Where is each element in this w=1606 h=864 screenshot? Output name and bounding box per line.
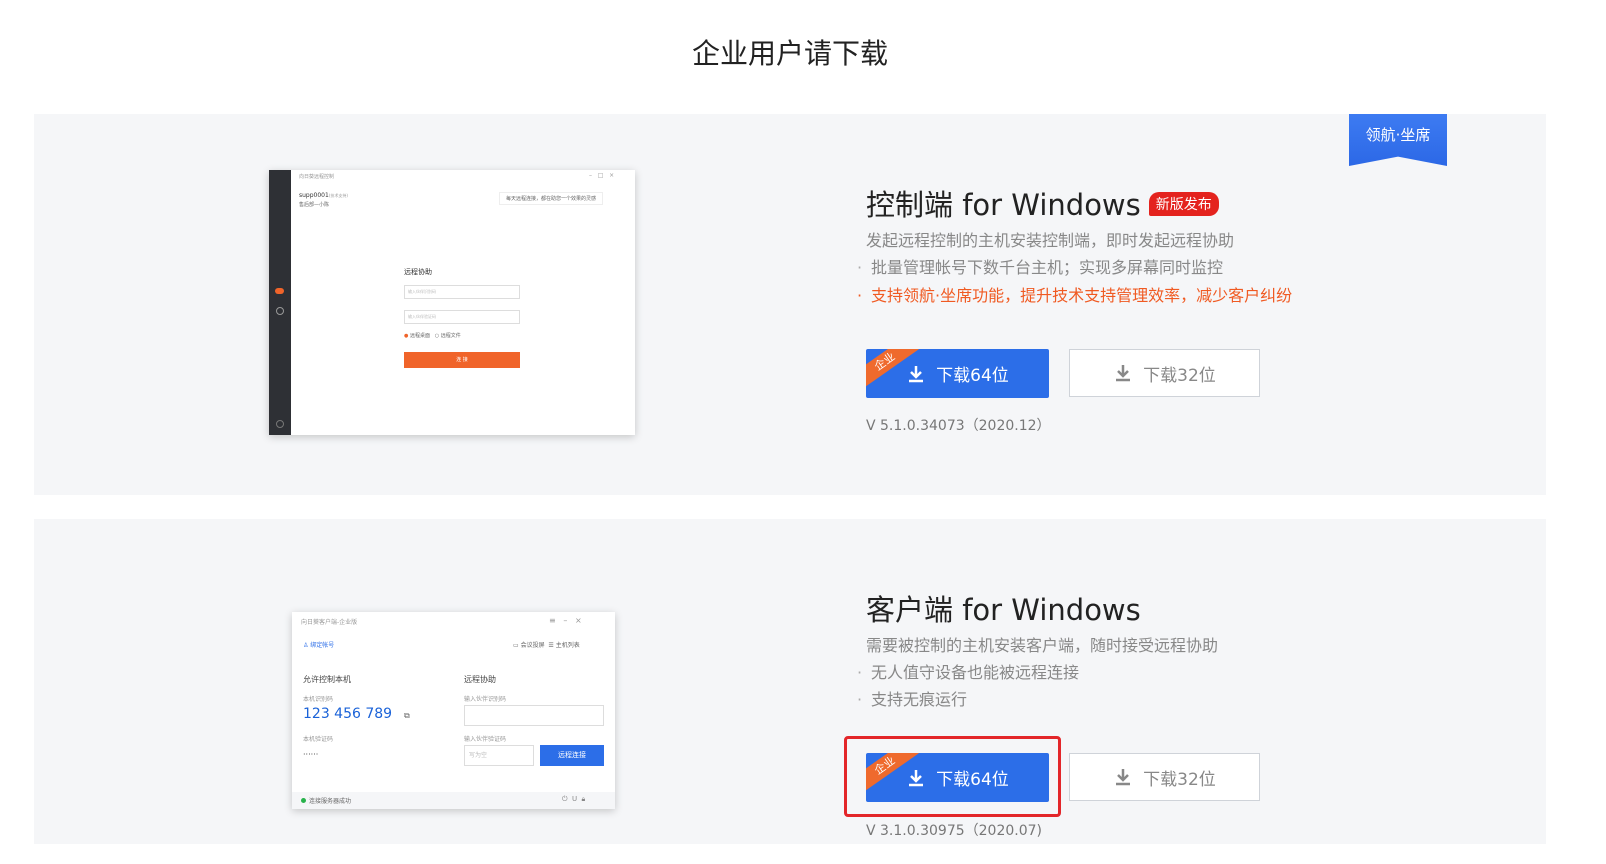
mock-partner-id-input [464,705,604,726]
mock-code-value: ······ [303,750,319,759]
mock-status-text: 连接服务器成功 [309,798,352,805]
control-app-screenshot: 向日葵远程控制 – □ × supp0001(技术支持) 售后部—小陈 每天远程… [269,170,635,435]
control-bullet-2: · 支持领航·坐席功能，提升技术支持管理效率，减少客户纠纷 [857,286,1293,305]
download-icon [1116,365,1131,382]
control-bullet-1: · 批量管理帐号下数千台主机；实现多屏幕同时监控 [857,258,1224,277]
control-version: V 5.1.0.34073（2020.12） [866,418,1051,434]
mock-client-window-controls: ≡ – × [549,616,582,625]
download-icon [1116,769,1131,786]
new-release-badge: 新版发布 [1148,192,1219,216]
mock-status-bar: 连接服务器成功 ⏻ U 🔒︎ [292,792,615,809]
mock-status-icons: ⏻ U 🔒︎ [562,795,586,803]
control-download-32-button[interactable]: 下载32位 [1069,349,1260,397]
mock-remote-connect-button: 远程连接 [540,745,604,766]
mock-window-controls: – □ × [589,172,615,179]
mock-partner-code-label: 输入伙伴验证码 [464,736,507,743]
client-description: 需要被控制的主机安装客户端，随时接受远程协助 [866,636,1219,655]
download-icon [909,769,924,786]
client-bullet-1: · 无人值守设备也能被远程连接 [857,663,1080,682]
client-title: 客户端 for Windows [866,593,1141,627]
mock-input-code: 输入伙伴验证码 [404,310,520,324]
control-description: 发起远程控制的主机安装控制端，即时发起远程协助 [866,231,1235,250]
mock-id-value: 123 456 789 [303,706,393,722]
mock-top-links: ▭ 会议投屏 ☰ 主机列表 [513,642,580,649]
mock-sidebar [269,170,291,435]
client-download-32-label: 下载32位 [1143,769,1216,790]
mock-settings-icon [276,420,284,428]
client-download-64-button[interactable]: 企业 下载64位 [866,753,1049,802]
control-card [34,114,1546,495]
client-card [34,519,1546,844]
mock-window-title: 向日葵远程控制 [299,174,335,180]
mock-account: supp0001(技术支持) [299,192,348,199]
mock-id-label: 本机识别码 [303,696,334,703]
mock-heading: 远程协助 [404,268,432,276]
client-download-64-label: 下载64位 [936,770,1009,790]
mock-allow-heading: 允许控制本机 [303,675,351,684]
control-download-64-button[interactable]: 企业 下载64位 [866,349,1049,398]
client-bullet-2: · 支持无痕运行 [857,690,968,709]
control-download-32-label: 下载32位 [1143,365,1216,386]
mock-partner-code-input: 写为空 [464,745,534,766]
mock-code-label: 本机验证码 [303,736,334,743]
mock-notice: 每天远程连接，都在助您一个效果的灵感 [499,192,604,205]
mock-user-icon [276,307,284,315]
copy-icon: ⧉ [404,711,410,720]
mock-partner-id-label: 输入伙伴识别码 [464,696,507,703]
mock-bind-account: ♙ 绑定帐号 [303,642,335,649]
client-app-screenshot: 向日葵客户端-企业版 ≡ – × ♙ 绑定帐号 ▭ 会议投屏 ☰ 主机列表 允许… [292,612,615,809]
mock-input-id: 输入伙伴识别码 [404,285,520,299]
control-title: 控制端 for Windows [866,188,1141,222]
control-download-64-label: 下载64位 [936,366,1009,386]
mock-account-sub: 售后部—小陈 [299,202,330,208]
mock-remote-icon [275,288,284,294]
page-title: 企业用户请下载 [691,37,888,70]
client-download-32-button[interactable]: 下载32位 [1069,753,1260,801]
mock-connect-button: 连 接 [404,352,520,368]
download-icon [909,365,924,382]
status-dot-icon [301,798,306,803]
control-title-row: 控制端 for Windows 新版发布 [866,182,1219,224]
mock-client-window-title: 向日葵客户端-企业版 [301,619,358,626]
client-version: V 3.1.0.30975（2020.07) [866,823,1042,839]
mock-remote-heading: 远程协助 [464,675,496,684]
mock-options: ● 远程桌面 ○ 远程文件 [404,333,461,339]
